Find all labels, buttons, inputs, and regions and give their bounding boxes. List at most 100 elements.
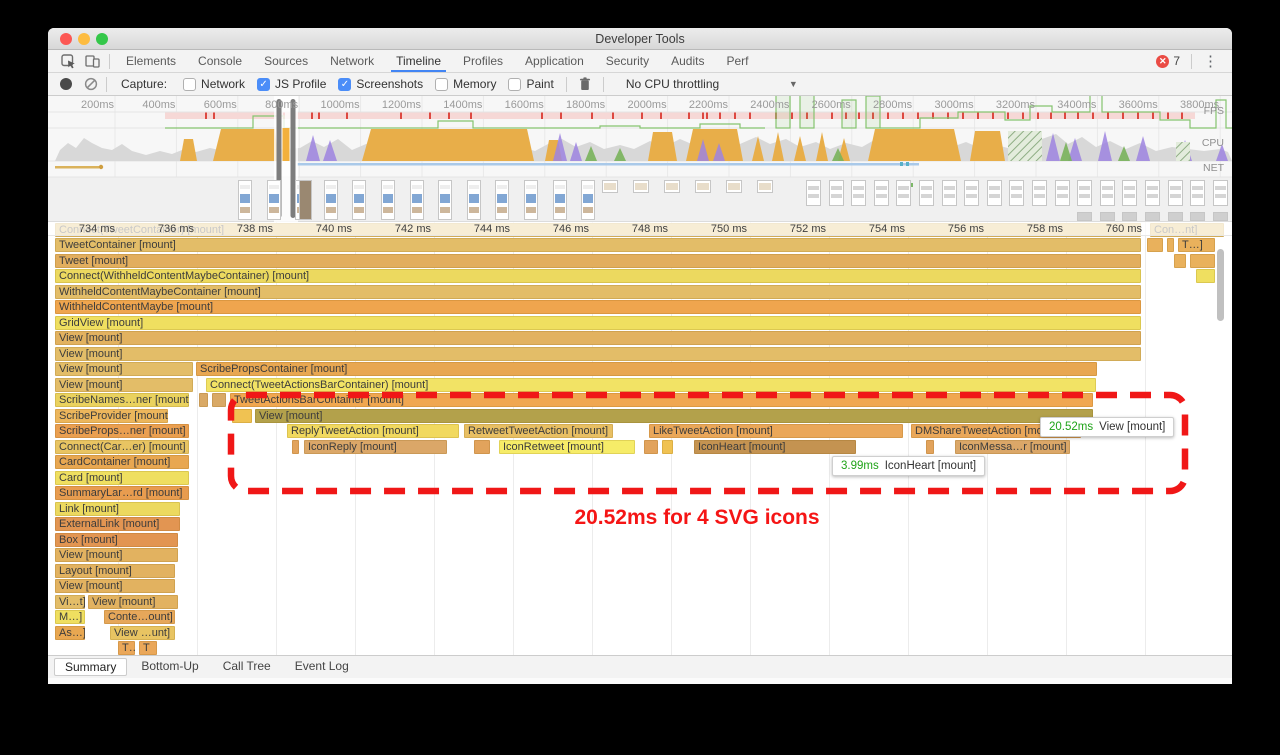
tab-console[interactable]: Console bbox=[187, 50, 253, 72]
flame-bar-view-mount[interactable]: View [mount] bbox=[255, 409, 1093, 423]
tab-sources[interactable]: Sources bbox=[253, 50, 319, 72]
tab-perf[interactable]: Perf bbox=[715, 50, 759, 72]
screenshot-thumbnail[interactable] bbox=[1009, 180, 1024, 206]
flame-bar-view-mount[interactable]: View [mount] bbox=[55, 347, 1141, 361]
checkbox-box[interactable] bbox=[435, 78, 448, 91]
flame-bar-view-mount[interactable]: View [mount] bbox=[55, 579, 175, 593]
flame-bar-layout-mount[interactable]: Layout [mount] bbox=[55, 564, 175, 578]
bottom-tab-bottom-up[interactable]: Bottom-Up bbox=[131, 658, 208, 676]
screenshot-thumbnail[interactable] bbox=[874, 180, 889, 206]
bottom-tab-event-log[interactable]: Event Log bbox=[285, 658, 359, 676]
error-badge-icon[interactable]: ✕ bbox=[1156, 55, 1169, 68]
flame-bar-summarylar-rd-mount[interactable]: SummaryLar…rd [mount] bbox=[55, 486, 189, 500]
screenshot-thumbnail[interactable] bbox=[352, 180, 366, 220]
screenshot-thumbnail[interactable] bbox=[602, 180, 618, 193]
screenshot-thumbnail[interactable] bbox=[1168, 180, 1183, 206]
vertical-scrollbar[interactable] bbox=[1217, 249, 1224, 321]
screenshot-thumbnail[interactable] bbox=[1190, 212, 1205, 221]
screenshot-thumbnail[interactable] bbox=[1055, 180, 1070, 206]
flame-bar-view-mount[interactable]: View [mount] bbox=[55, 331, 1141, 345]
flame-bar-scribeprovider-mount[interactable]: ScribeProvider [mount] bbox=[55, 409, 168, 423]
checkbox-paint[interactable]: Paint bbox=[508, 77, 553, 91]
flame-bar-view-mount[interactable]: View [mount] bbox=[55, 362, 193, 376]
screenshot-thumbnail[interactable] bbox=[829, 180, 844, 206]
error-count[interactable]: 7 bbox=[1173, 54, 1180, 68]
flame-bar[interactable] bbox=[1167, 238, 1174, 252]
flame-bar-m[interactable]: M…] bbox=[55, 610, 85, 624]
flame-bar-externallink-mount[interactable]: ExternalLink [mount] bbox=[55, 517, 180, 531]
flame-bar[interactable] bbox=[1174, 254, 1186, 268]
flame-bar-t[interactable]: T bbox=[139, 641, 157, 655]
checkbox-box[interactable]: ✓ bbox=[338, 78, 351, 91]
flame-bar[interactable] bbox=[199, 393, 208, 407]
flame-bar-t[interactable]: T…] bbox=[1178, 238, 1215, 252]
flame-bar-scribeprops-ner-mount[interactable]: ScribeProps…ner [mount] bbox=[55, 424, 189, 438]
flame-bar-tweetactionsbarcontainer-mount[interactable]: TweetActionsBarContainer [mount] bbox=[230, 393, 1093, 407]
flame-bar-connect-withheldcontentmaybecontainer-mount[interactable]: Connect(WithheldContentMaybeContainer) [… bbox=[55, 269, 1141, 283]
screenshot-thumbnail[interactable] bbox=[1190, 180, 1205, 206]
record-button[interactable] bbox=[60, 78, 72, 90]
screenshot-thumbnail[interactable] bbox=[1100, 212, 1115, 221]
checkbox-box[interactable]: ✓ bbox=[257, 78, 270, 91]
screenshot-thumbnail[interactable] bbox=[1213, 180, 1228, 206]
flame-bar-view-mount[interactable]: View [mount] bbox=[55, 378, 193, 392]
flame-bar-connect-tweetactionsbarcontainer-mount[interactable]: Connect(TweetActionsBarContainer) [mount… bbox=[206, 378, 1096, 392]
flame-bar-view-mount[interactable]: View [mount] bbox=[55, 548, 178, 562]
screenshot-thumbnail[interactable] bbox=[806, 180, 821, 206]
flame-bar-liketweetaction-mount[interactable]: LikeTweetAction [mount] bbox=[649, 424, 903, 438]
screenshot-thumbnail[interactable] bbox=[238, 180, 252, 220]
screenshot-thumbnail[interactable] bbox=[1145, 212, 1160, 221]
cpu-throttling-select[interactable]: No CPU throttling ▼ bbox=[626, 77, 804, 91]
flame-bar[interactable] bbox=[926, 440, 934, 454]
screenshot-thumbnail[interactable] bbox=[1122, 212, 1137, 221]
screenshot-thumbnail[interactable] bbox=[1077, 212, 1092, 221]
flame-bar[interactable] bbox=[644, 440, 658, 454]
flame-bar-scribepropscontainer-mount[interactable]: ScribePropsContainer [mount] bbox=[196, 362, 1097, 376]
flame-bar-iconmessa-r-mount[interactable]: IconMessa…r [mount] bbox=[955, 440, 1070, 454]
trash-icon[interactable] bbox=[579, 77, 591, 91]
screenshot-thumbnail[interactable] bbox=[1122, 180, 1137, 206]
screenshot-thumbnail[interactable] bbox=[964, 180, 979, 206]
screenshot-thumbnail[interactable] bbox=[664, 180, 680, 193]
screenshot-thumbnail[interactable] bbox=[987, 180, 1002, 206]
tab-application[interactable]: Application bbox=[514, 50, 595, 72]
screenshot-thumbnail[interactable] bbox=[324, 180, 338, 220]
flame-bar-tweetcontainer-mount[interactable]: TweetContainer [mount] bbox=[55, 238, 1141, 252]
flame-bar-card-mount[interactable]: Card [mount] bbox=[55, 471, 189, 485]
screenshot-thumbnail[interactable] bbox=[1145, 180, 1160, 206]
flame-bar-view-mount[interactable]: View [mount] bbox=[88, 595, 178, 609]
more-options-icon[interactable]: ⋮ bbox=[1197, 52, 1224, 70]
screenshot-thumbnail[interactable] bbox=[851, 180, 866, 206]
screenshot-thumbnail[interactable] bbox=[896, 180, 911, 206]
screenshot-thumbnail[interactable] bbox=[1168, 212, 1183, 221]
flame-bar-withheldcontentmaybe-mount[interactable]: WithheldContentMaybe [mount] bbox=[55, 300, 1141, 314]
screenshot-thumbnail[interactable] bbox=[381, 180, 395, 220]
flame-bar-tweet-mount[interactable]: Tweet [mount] bbox=[55, 254, 1141, 268]
screenshot-thumbnail[interactable] bbox=[553, 180, 567, 220]
flame-bar-vi-t[interactable]: Vi…t] bbox=[55, 595, 85, 609]
device-toolbar-icon[interactable] bbox=[80, 52, 104, 70]
screenshot-thumbnail[interactable] bbox=[524, 180, 538, 220]
flame-bar[interactable] bbox=[474, 440, 490, 454]
flame-bar[interactable] bbox=[1196, 269, 1215, 283]
flame-bar[interactable] bbox=[232, 409, 252, 423]
flame-bar-t[interactable]: T…] bbox=[118, 641, 135, 655]
tab-timeline[interactable]: Timeline bbox=[385, 50, 452, 72]
inspect-element-icon[interactable] bbox=[56, 52, 80, 70]
checkbox-box[interactable] bbox=[183, 78, 196, 91]
flame-bar-connect-car-er-mount[interactable]: Connect(Car…er) [mount] bbox=[55, 440, 189, 454]
flame-bar-iconretweet-mount[interactable]: IconRetweet [mount] bbox=[499, 440, 635, 454]
flame-bar-as[interactable]: As…] bbox=[55, 626, 85, 640]
bottom-tab-call-tree[interactable]: Call Tree bbox=[213, 658, 281, 676]
screenshot-thumbnail[interactable] bbox=[695, 180, 711, 193]
checkbox-box[interactable] bbox=[508, 78, 521, 91]
flame-bar-iconreply-mount[interactable]: IconReply [mount] bbox=[304, 440, 447, 454]
flame-bar-retweettweetaction-mount[interactable]: RetweetTweetAction [mount] bbox=[464, 424, 613, 438]
screenshot-thumbnail[interactable] bbox=[438, 180, 452, 220]
screenshot-thumbnail[interactable] bbox=[299, 180, 312, 220]
flame-bar[interactable] bbox=[1190, 254, 1215, 268]
flame-bar-cardcontainer-mount[interactable]: CardContainer [mount] bbox=[55, 455, 189, 469]
checkbox-screenshots[interactable]: ✓Screenshots bbox=[338, 77, 423, 91]
tab-audits[interactable]: Audits bbox=[660, 50, 715, 72]
screenshot-thumbnail[interactable] bbox=[633, 180, 649, 193]
